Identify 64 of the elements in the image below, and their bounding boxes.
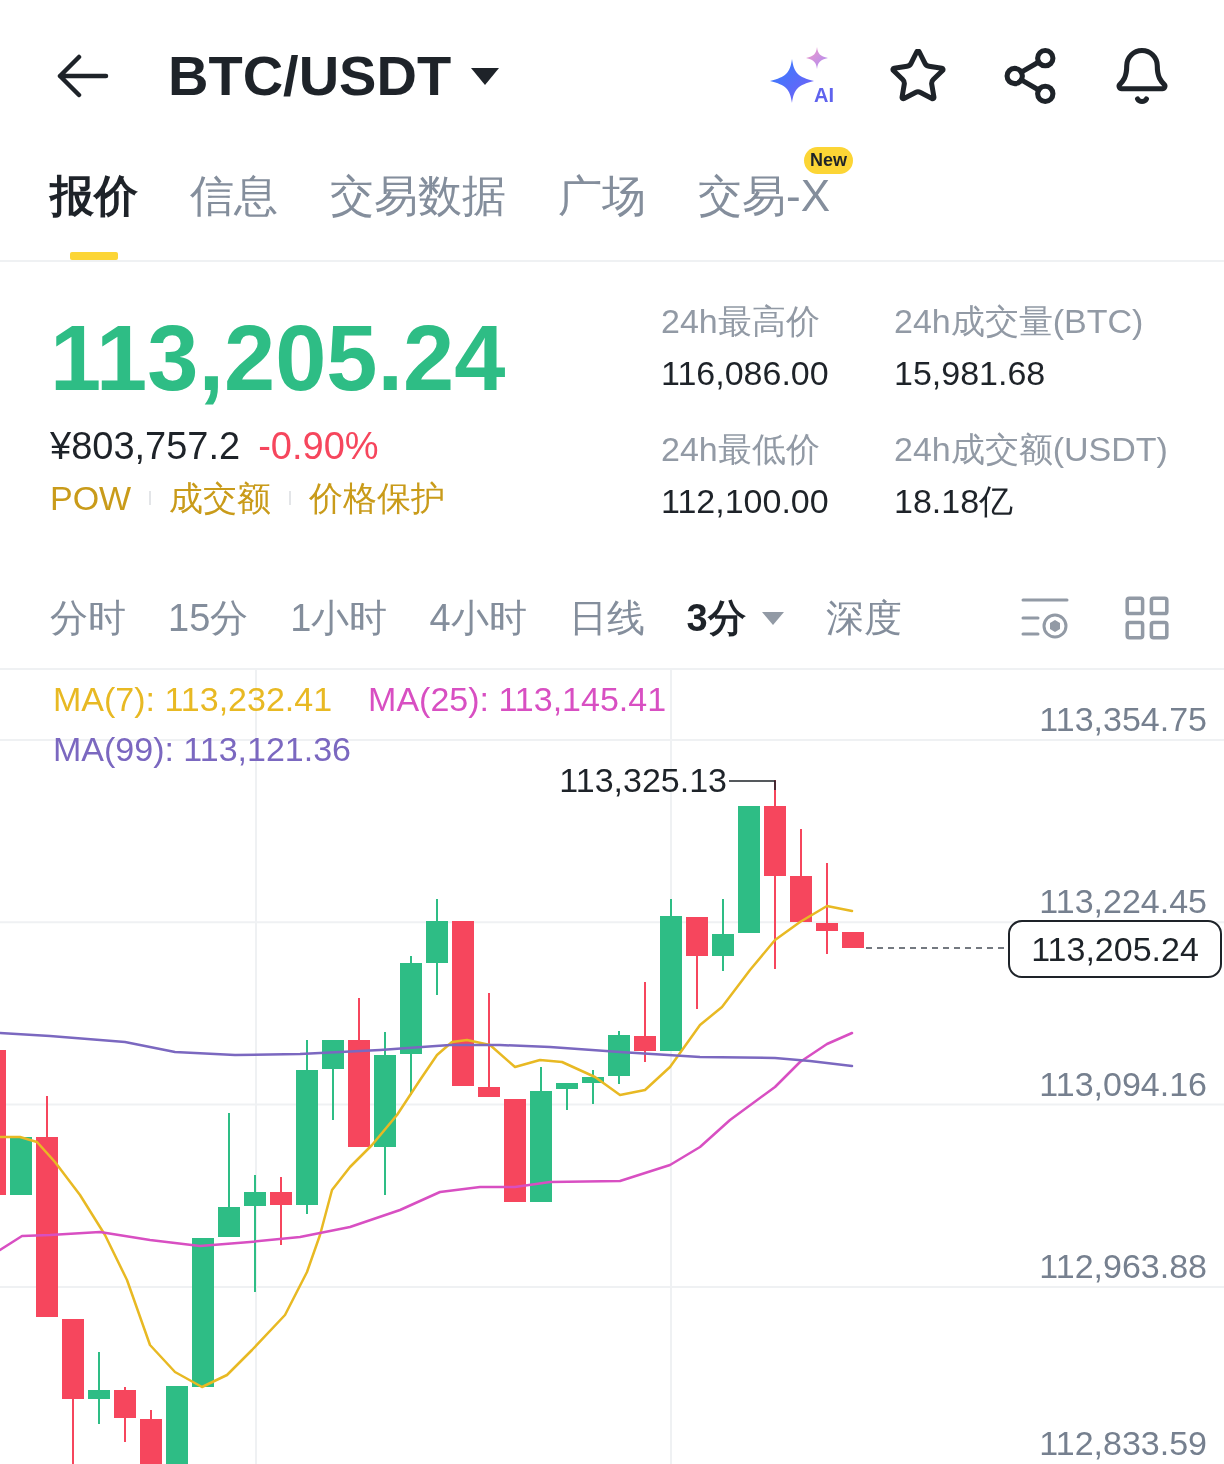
pair-selector[interactable]: BTC/USDT bbox=[168, 48, 500, 104]
moving-average-legend: MA(99): 113,121.36 bbox=[53, 730, 351, 768]
candlestick bbox=[10, 1137, 32, 1195]
interval-tab[interactable]: 日线 bbox=[568, 596, 645, 640]
tab[interactable]: 交易数据 bbox=[330, 174, 506, 260]
grid-icon bbox=[1125, 596, 1169, 640]
candlestick bbox=[556, 1083, 578, 1110]
candlestick bbox=[270, 1177, 292, 1245]
caret-icon bbox=[471, 67, 500, 85]
share-button[interactable] bbox=[1002, 48, 1058, 104]
price-axis-label: 113,094.16 bbox=[1039, 1066, 1207, 1101]
bell-icon bbox=[1115, 48, 1169, 104]
interval-tab[interactable]: 15分 bbox=[168, 596, 249, 640]
moving-average-legend: MA(25): 113,145.41 bbox=[368, 680, 667, 718]
stat-value: 116,086.00 bbox=[661, 353, 829, 393]
price-change: -0.90% bbox=[258, 424, 379, 468]
moving-average-legend: MA(7): 113,232.41 bbox=[53, 680, 333, 718]
ai-assistant-button[interactable]: AI bbox=[770, 47, 834, 105]
candlestick bbox=[712, 899, 734, 971]
high-price-label: 113,325.13 bbox=[559, 762, 727, 798]
stat-value: 15,981.68 bbox=[894, 353, 1046, 393]
price-axis-label: 113,354.75 bbox=[1039, 702, 1207, 736]
candlestick bbox=[114, 1387, 136, 1442]
notifications-button[interactable] bbox=[1114, 48, 1170, 104]
price-axis-label: 112,833.59 bbox=[1039, 1426, 1207, 1460]
caret-icon bbox=[761, 611, 784, 625]
stat-value: 18.18亿 bbox=[894, 481, 1014, 521]
high-price-leader-line bbox=[728, 780, 776, 791]
price-axis-label: 113,224.45 bbox=[1039, 884, 1207, 919]
favorite-button[interactable] bbox=[890, 48, 946, 104]
new-badge: New bbox=[804, 147, 853, 174]
tab[interactable]: 报价 bbox=[50, 174, 138, 260]
selected-tab-indicator bbox=[70, 252, 118, 260]
last-price: 113,205.24 bbox=[50, 312, 506, 404]
stat-label: 24h最低价 bbox=[661, 429, 820, 469]
chart-settings-icon bbox=[1021, 596, 1069, 640]
stat-label: 24h成交量(BTC) bbox=[894, 301, 1144, 341]
tag-link[interactable]: 成交额 bbox=[169, 478, 272, 518]
interval-tab[interactable]: 4小时 bbox=[429, 596, 527, 640]
tag-link[interactable]: POW bbox=[50, 478, 132, 518]
candlestick bbox=[88, 1352, 110, 1424]
back-arrow-icon bbox=[57, 54, 109, 98]
interval-tab[interactable]: 分时 bbox=[50, 596, 126, 640]
interval-tab[interactable]: 深度 bbox=[825, 596, 902, 640]
fiat-price: ¥803,757.2 bbox=[50, 424, 241, 468]
back-button[interactable] bbox=[57, 54, 109, 98]
share-icon bbox=[1003, 48, 1057, 104]
interval-tab[interactable]: 1小时 bbox=[290, 596, 388, 640]
candlestick bbox=[140, 1410, 162, 1464]
layout-button[interactable] bbox=[1124, 595, 1170, 641]
tab[interactable]: 信息 bbox=[190, 174, 278, 260]
candlestick bbox=[608, 1031, 630, 1084]
last-price-tag: 113,205.24 bbox=[1008, 920, 1222, 978]
star-icon bbox=[890, 49, 946, 103]
stat-value: 112,100.00 bbox=[661, 481, 829, 521]
tab[interactable]: 广场 bbox=[558, 174, 646, 260]
candlestick bbox=[842, 932, 864, 948]
stat-label: 24h最高价 bbox=[661, 301, 820, 341]
candlestick bbox=[582, 1070, 604, 1104]
stat-label: 24h成交额(USDT) bbox=[894, 429, 1168, 469]
interval-tab[interactable]: 3分 bbox=[686, 596, 784, 640]
tag-link[interactable]: 价格保护 bbox=[309, 478, 446, 518]
tab[interactable]: 交易-X bbox=[698, 174, 830, 260]
price-axis-label: 112,963.88 bbox=[1039, 1248, 1207, 1283]
